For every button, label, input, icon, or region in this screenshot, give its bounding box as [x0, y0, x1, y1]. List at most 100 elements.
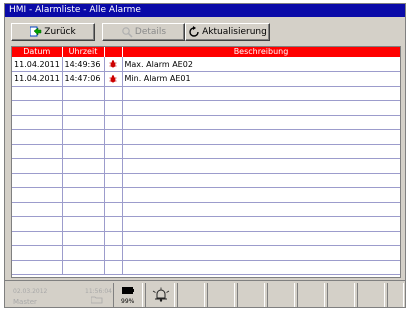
- battery-indicator: 99%: [113, 283, 143, 307]
- cell-icon: [104, 100, 123, 116]
- cell-icon: [104, 216, 123, 232]
- cell-description: [122, 129, 400, 145]
- cell-description: [122, 86, 400, 101]
- table-row[interactable]: [12, 260, 400, 275]
- folder-icon: [90, 296, 103, 306]
- status-slot-7[interactable]: [357, 283, 385, 307]
- cell-icon: [104, 129, 123, 145]
- alarm-bug-icon: [109, 74, 117, 84]
- cell-icon: [104, 231, 123, 246]
- table-row[interactable]: [12, 158, 400, 174]
- cell-description: [122, 216, 400, 232]
- status-bar: 02.03.2012 11:56:04 Master 99%: [5, 280, 405, 307]
- cell-icon: [104, 260, 123, 275]
- cell-date: [12, 115, 63, 130]
- refresh-icon: [188, 26, 200, 38]
- cell-time: [62, 187, 105, 203]
- back-button-label: Zurück: [44, 27, 76, 37]
- cell-date: [12, 158, 63, 174]
- cell-icon: [104, 187, 123, 203]
- cell-time: [62, 231, 105, 246]
- table-row[interactable]: [12, 129, 400, 145]
- status-slot-6[interactable]: [327, 283, 355, 307]
- back-button[interactable]: Zurück: [11, 23, 95, 41]
- table-row[interactable]: 11.04.2011 14:47:06 Min. Alarm AE01: [12, 71, 400, 87]
- table-header-row: Datum Uhrzeit Beschreibung: [12, 47, 400, 57]
- cell-description: [122, 144, 400, 159]
- status-info: 02.03.2012 11:56:04 Master: [7, 283, 112, 307]
- cell-description: [122, 187, 400, 203]
- cell-date: [12, 144, 63, 159]
- cell-icon: [104, 115, 123, 130]
- details-icon: [121, 26, 133, 38]
- cell-icon: [104, 144, 123, 159]
- cell-description: Max. Alarm AE02: [122, 57, 400, 72]
- window-title: HMI - Alarmliste - Alle Alarme: [5, 4, 405, 17]
- table-row[interactable]: [12, 86, 400, 101]
- cell-date: [12, 202, 63, 217]
- cell-time: [62, 173, 105, 188]
- status-time: 11:56:04: [85, 288, 112, 295]
- alarm-table[interactable]: Datum Uhrzeit Beschreibung 11.04.2011 14:…: [11, 46, 401, 278]
- details-button-label: Details: [134, 27, 167, 37]
- table-row[interactable]: [12, 231, 400, 246]
- table-row[interactable]: [12, 100, 400, 116]
- cell-time: 14:47:06: [62, 71, 105, 87]
- table-row[interactable]: [12, 144, 400, 159]
- status-slot-8[interactable]: [387, 283, 404, 307]
- status-slot-5[interactable]: [297, 283, 325, 307]
- cell-description: [122, 158, 400, 174]
- cell-icon: [104, 158, 123, 174]
- status-slot-2[interactable]: [207, 283, 235, 307]
- cell-description: [122, 100, 400, 116]
- cell-description: [122, 260, 400, 275]
- cell-date: [12, 100, 63, 116]
- details-button[interactable]: Details: [102, 23, 185, 41]
- toolbar: Zurück Details Aktualisierung: [5, 18, 405, 45]
- table-row[interactable]: [12, 173, 400, 188]
- cell-time: [62, 202, 105, 217]
- cell-description: [122, 202, 400, 217]
- column-header-description[interactable]: Beschreibung: [122, 47, 400, 57]
- cell-time: [62, 144, 105, 159]
- battery-icon: [122, 287, 134, 294]
- cell-icon: [104, 202, 123, 217]
- column-header-time[interactable]: Uhrzeit: [62, 47, 105, 57]
- back-icon: [29, 26, 42, 38]
- status-slot-1[interactable]: [177, 283, 205, 307]
- cell-time: 14:49:36: [62, 57, 105, 72]
- cell-icon: [104, 71, 123, 87]
- cell-icon: [104, 245, 123, 261]
- status-slot-4[interactable]: [267, 283, 295, 307]
- cell-time: [62, 115, 105, 130]
- cell-description: [122, 173, 400, 188]
- table-row[interactable]: [12, 115, 400, 130]
- table-row[interactable]: 11.04.2011 14:49:36 Max. Alarm AE02: [12, 57, 400, 72]
- table-row[interactable]: [12, 187, 400, 203]
- alarm-bug-icon: [109, 60, 117, 69]
- table-row[interactable]: [12, 216, 400, 232]
- cell-date: [12, 231, 63, 246]
- status-date: 02.03.2012: [13, 288, 48, 295]
- column-header-date[interactable]: Datum: [12, 47, 63, 57]
- column-header-icon[interactable]: [104, 47, 123, 57]
- cell-icon: [104, 173, 123, 188]
- status-slot-3[interactable]: [237, 283, 265, 307]
- cell-time: [62, 260, 105, 275]
- refresh-button-label: Aktualisierung: [202, 27, 267, 37]
- cell-date: 11.04.2011: [12, 57, 63, 72]
- cell-date: [12, 260, 63, 275]
- cell-time: [62, 100, 105, 116]
- table-row[interactable]: [12, 245, 400, 261]
- table-row[interactable]: [12, 202, 400, 217]
- cell-time: [62, 245, 105, 261]
- cell-time: [62, 158, 105, 174]
- hmi-screen: HMI - Alarmliste - Alle Alarme Zurück De…: [4, 3, 406, 308]
- alarm-bell-icon: [152, 287, 170, 302]
- alarm-bell-button[interactable]: [145, 283, 175, 307]
- refresh-button[interactable]: Aktualisierung: [185, 23, 270, 41]
- cell-description: [122, 245, 400, 261]
- cell-time: [62, 216, 105, 232]
- battery-level: 99%: [121, 298, 135, 305]
- status-user: Master: [13, 298, 37, 306]
